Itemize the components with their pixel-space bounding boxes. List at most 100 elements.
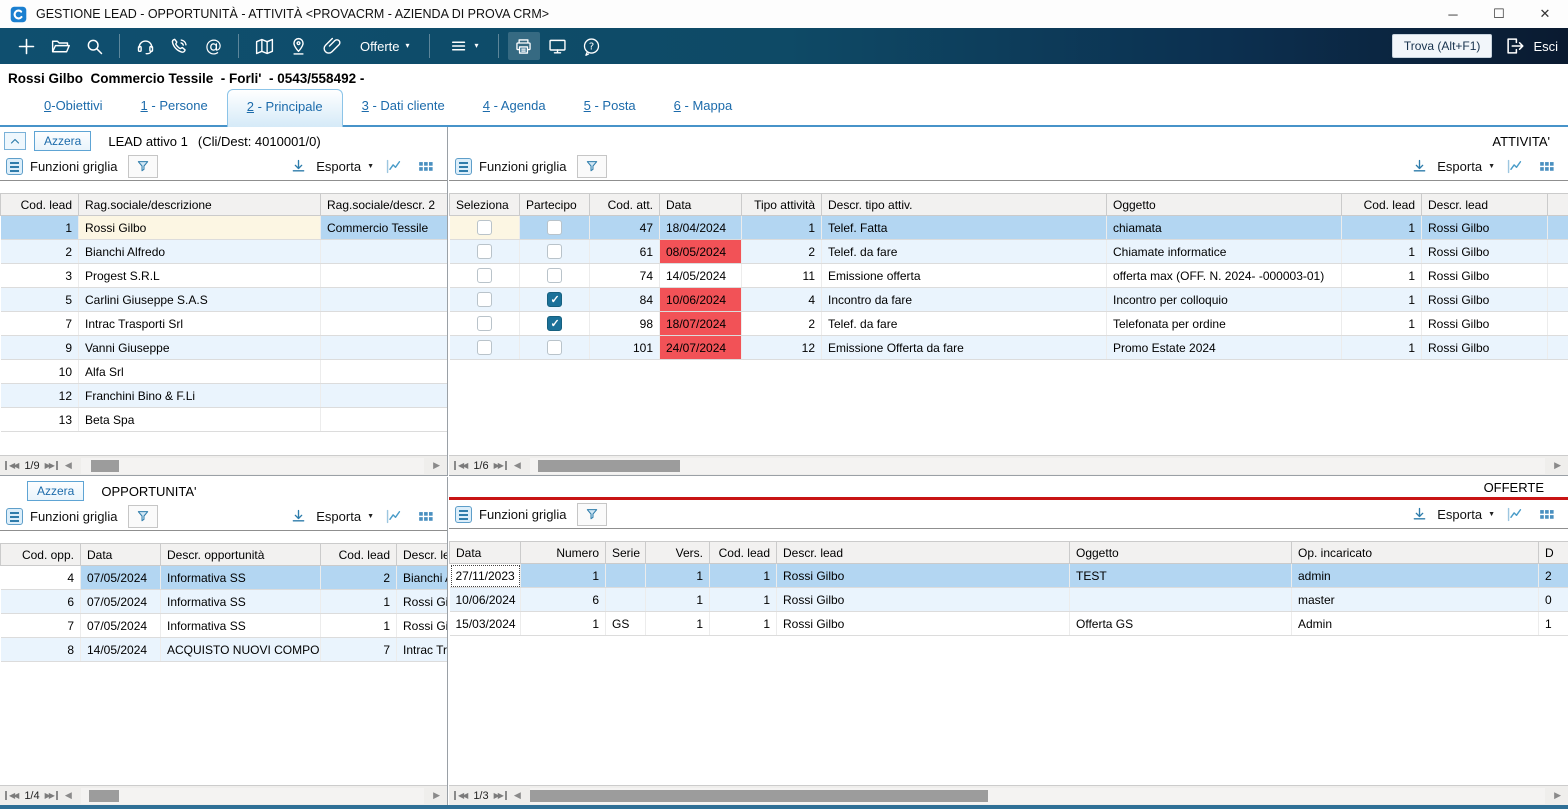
column-header[interactable]: Cod. lead bbox=[1342, 194, 1422, 216]
scroll-left-button[interactable]: ◀ bbox=[65, 790, 72, 801]
column-header[interactable]: Descr. lead bbox=[777, 542, 1070, 564]
scroll-right-button[interactable]: ▶ bbox=[1554, 460, 1561, 471]
column-header[interactable]: Tipo attività bbox=[742, 194, 822, 216]
column-header[interactable]: Oggetto bbox=[1107, 194, 1342, 216]
paperclip-button[interactable] bbox=[316, 32, 348, 60]
offerte-dropdown[interactable]: Offerte ▾ bbox=[350, 39, 420, 54]
scroll-right-button[interactable]: ▶ bbox=[1554, 790, 1561, 801]
column-header[interactable]: Descr. tipo attiv. bbox=[822, 194, 1107, 216]
tab-principale[interactable]: 2 - Principale bbox=[227, 89, 343, 127]
checkbox[interactable] bbox=[547, 244, 562, 259]
column-header[interactable]: Cod. lead bbox=[710, 542, 777, 564]
table-row[interactable]: 10Alfa Srl bbox=[1, 360, 448, 384]
column-header[interactable]: Cod. lead bbox=[1, 194, 79, 216]
funzioni-griglia-button[interactable]: Funzioni griglia bbox=[6, 508, 117, 525]
chart-button[interactable] bbox=[380, 155, 406, 177]
column-header[interactable]: Descr. lead bbox=[1422, 194, 1548, 216]
first-page-button[interactable]: ◀◀ bbox=[5, 791, 19, 800]
column-header[interactable]: Data bbox=[81, 544, 161, 566]
esporta-button[interactable]: Esporta▼ bbox=[1406, 155, 1495, 177]
horizontal-scrollbar[interactable] bbox=[81, 788, 424, 804]
checkbox[interactable] bbox=[477, 268, 492, 283]
checkbox[interactable] bbox=[547, 316, 562, 331]
scrollbar-thumb[interactable] bbox=[538, 460, 680, 472]
scrollbar-thumb[interactable] bbox=[530, 790, 988, 802]
checkbox[interactable] bbox=[477, 244, 492, 259]
esporta-button[interactable]: Esporta▼ bbox=[1406, 503, 1495, 525]
minimize-button[interactable]: ─ bbox=[1430, 0, 1476, 28]
last-page-button[interactable]: ▶▶ bbox=[45, 791, 58, 800]
table-row[interactable]: 607/05/2024Informativa SS1Rossi Gilbo bbox=[1, 590, 448, 614]
column-header[interactable]: Partecipo bbox=[520, 194, 590, 216]
column-header[interactable]: Seleziona bbox=[450, 194, 520, 216]
column-header[interactable]: Data bbox=[660, 194, 742, 216]
tab-persone[interactable]: 1 - Persone bbox=[122, 98, 227, 125]
esporta-button[interactable]: Esporta▼ bbox=[285, 505, 374, 527]
search-button[interactable] bbox=[78, 32, 110, 60]
filter-button[interactable] bbox=[128, 505, 158, 528]
table-row[interactable]: 10/06/2024611Rossi Gilbomaster0 bbox=[450, 588, 1568, 612]
headset-button[interactable] bbox=[129, 32, 161, 60]
horizontal-scrollbar[interactable] bbox=[81, 458, 424, 474]
table-row[interactable]: 2Bianchi Alfredo bbox=[1, 240, 448, 264]
funzioni-griglia-button[interactable]: Funzioni griglia bbox=[6, 158, 117, 175]
horizontal-scrollbar[interactable] bbox=[530, 458, 1545, 474]
column-header[interactable]: Descr. lead bbox=[397, 544, 448, 566]
first-page-button[interactable]: ◀◀ bbox=[5, 461, 19, 470]
last-page-button[interactable]: ▶▶ bbox=[494, 461, 507, 470]
column-header[interactable]: Rag.sociale/descr. 2 bbox=[321, 194, 448, 216]
help-button[interactable]: ? bbox=[576, 32, 608, 60]
filter-button[interactable] bbox=[577, 155, 607, 178]
column-header[interactable] bbox=[1548, 194, 1568, 216]
grid-view-button[interactable] bbox=[1533, 503, 1559, 525]
phone-button[interactable] bbox=[163, 32, 195, 60]
column-header[interactable]: Numero bbox=[521, 542, 606, 564]
first-page-button[interactable]: ◀◀ bbox=[454, 791, 468, 800]
table-row[interactable]: 9Vanni Giuseppe bbox=[1, 336, 448, 360]
table-row[interactable]: 27/11/2023111Rossi GilboTESTadmin2 bbox=[450, 564, 1568, 588]
column-header[interactable]: Cod. opp. bbox=[1, 544, 81, 566]
table-row[interactable]: 12Franchini Bino & F.Li bbox=[1, 384, 448, 408]
table-row[interactable]: 3Progest S.R.L bbox=[1, 264, 448, 288]
checkbox[interactable] bbox=[547, 220, 562, 235]
maximize-button[interactable]: ☐ bbox=[1476, 0, 1522, 28]
scroll-right-button[interactable]: ▶ bbox=[433, 790, 440, 801]
tab-posta[interactable]: 5 - Posta bbox=[565, 98, 655, 125]
open-folder-button[interactable] bbox=[44, 32, 76, 60]
last-page-button[interactable]: ▶▶ bbox=[494, 791, 507, 800]
checkbox[interactable] bbox=[477, 316, 492, 331]
scroll-left-button[interactable]: ◀ bbox=[514, 790, 521, 801]
tab-obiettivi[interactable]: 0-Obiettivi bbox=[25, 98, 122, 125]
table-row[interactable]: 707/05/2024Informativa SS1Rossi Gilbo bbox=[1, 614, 448, 638]
azzera-button[interactable]: Azzera bbox=[27, 481, 84, 501]
at-button[interactable]: @ bbox=[197, 32, 229, 60]
column-header[interactable]: D bbox=[1539, 542, 1568, 564]
new-record-button[interactable] bbox=[10, 32, 42, 60]
column-header[interactable]: Op. incaricato bbox=[1292, 542, 1539, 564]
table-row[interactable]: 814/05/2024ACQUISTO NUOVI COMPO...7Intra… bbox=[1, 638, 448, 662]
scrollbar-thumb[interactable] bbox=[91, 460, 119, 472]
table-row[interactable]: 6108/05/20242Telef. da fareChiamate info… bbox=[450, 240, 1568, 264]
column-header[interactable]: Descr. opportunità bbox=[161, 544, 321, 566]
grid-view-button[interactable] bbox=[412, 155, 438, 177]
azzera-button[interactable]: Azzera bbox=[34, 131, 91, 151]
esci-button[interactable]: Esci bbox=[1504, 35, 1558, 57]
checkbox[interactable] bbox=[477, 340, 492, 355]
map-button[interactable] bbox=[248, 32, 280, 60]
table-row[interactable]: 1Rossi GilboCommercio Tessile bbox=[1, 216, 448, 240]
table-row[interactable]: 8410/06/20244Incontro da fareIncontro pe… bbox=[450, 288, 1568, 312]
first-page-button[interactable]: ◀◀ bbox=[454, 461, 468, 470]
monitor-button[interactable] bbox=[542, 32, 574, 60]
table-row[interactable]: 407/05/2024Informativa SS2Bianchi Alfred… bbox=[1, 566, 448, 590]
table-row[interactable]: 4718/04/20241Telef. Fattachiamata1Rossi … bbox=[450, 216, 1568, 240]
tab-mappa[interactable]: 6 - Mappa bbox=[655, 98, 752, 125]
column-header[interactable]: Serie bbox=[606, 542, 646, 564]
column-header[interactable]: Data bbox=[450, 542, 521, 564]
column-header[interactable]: Cod. att. bbox=[590, 194, 660, 216]
scroll-left-button[interactable]: ◀ bbox=[514, 460, 521, 471]
scroll-left-button[interactable]: ◀ bbox=[65, 460, 72, 471]
grid-view-button[interactable] bbox=[412, 505, 438, 527]
location-pin-button[interactable] bbox=[282, 32, 314, 60]
tab-agenda[interactable]: 4 - Agenda bbox=[464, 98, 565, 125]
column-header[interactable]: Vers. bbox=[646, 542, 710, 564]
